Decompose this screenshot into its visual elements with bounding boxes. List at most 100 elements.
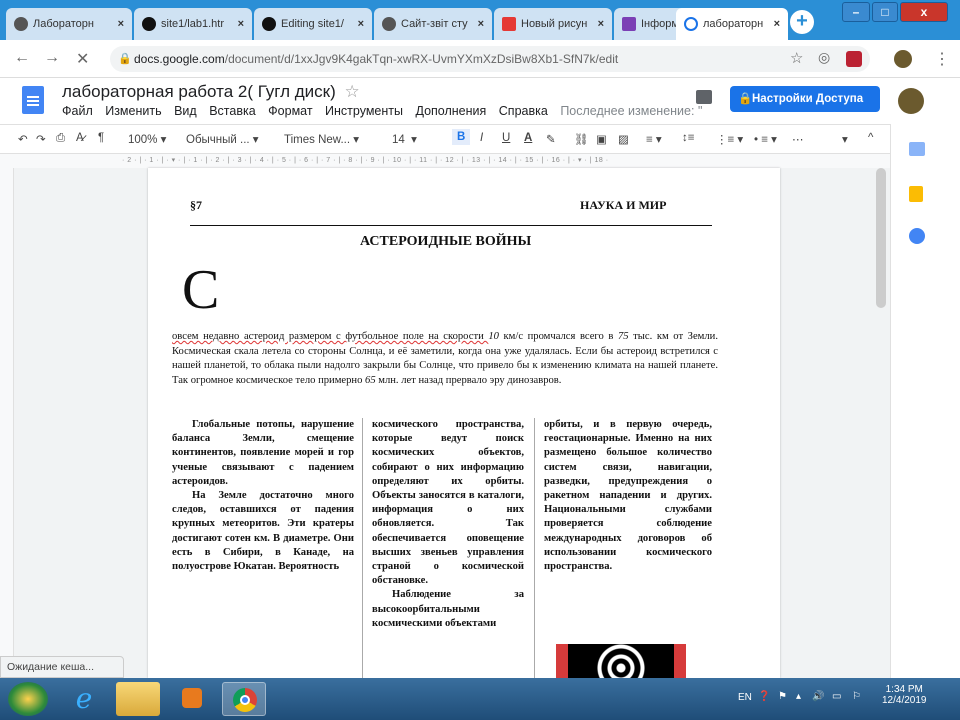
close-icon[interactable]: × xyxy=(238,18,244,30)
clock[interactable]: 1:34 PM 12/4/2019 xyxy=(882,684,927,706)
more-icon[interactable]: ⋯ xyxy=(792,132,804,146)
text-column-3: орбиты, и в первую очередь, геостационар… xyxy=(544,418,712,574)
document-page[interactable]: §7 НАУКА И МИР АСТЕРОИДНЫЕ ВОЙНЫ С овсем… xyxy=(148,168,780,678)
site-icon xyxy=(622,17,636,31)
chevron-down-icon[interactable]: ▾ xyxy=(842,132,848,146)
comment-icon[interactable]: ▣ xyxy=(596,132,607,146)
network-icon[interactable]: ⚑ xyxy=(778,691,787,702)
volume-icon[interactable]: 🔊 xyxy=(812,691,824,702)
undo-icon[interactable]: ↶ xyxy=(18,132,28,146)
back-icon[interactable]: ← xyxy=(14,49,30,67)
extension-icon[interactable]: ◎ xyxy=(818,49,830,66)
text-color-button[interactable]: A xyxy=(524,132,532,144)
browser-tab[interactable]: Лабораторн × xyxy=(6,8,132,40)
horizontal-ruler[interactable]: · 2 · | · 1 · | · ▾ · | · 1 · | · 2 · | … xyxy=(0,154,890,168)
vertical-ruler[interactable] xyxy=(0,168,14,678)
bold-button[interactable]: B xyxy=(452,129,471,145)
close-icon[interactable]: × xyxy=(478,18,484,30)
document-title[interactable]: лабораторная работа 2( Гугл диск) ☆ xyxy=(62,82,360,102)
menu-addons[interactable]: Дополнения xyxy=(415,104,486,118)
close-icon[interactable]: × xyxy=(774,18,780,30)
menu-help[interactable]: Справка xyxy=(499,104,548,118)
more-menu-icon[interactable]: ⋮ xyxy=(934,49,950,69)
style-select[interactable]: Обычный ... ▾ xyxy=(186,132,259,146)
font-select[interactable]: Times New... ▾ xyxy=(284,132,359,146)
menu-edit[interactable]: Изменить xyxy=(105,104,161,118)
close-icon[interactable]: × xyxy=(358,18,364,30)
profile-icon[interactable] xyxy=(894,50,912,68)
display-icon[interactable]: ▭ xyxy=(832,691,841,702)
paint-format-icon[interactable]: ¶ xyxy=(98,132,104,144)
menu-format[interactable]: Формат xyxy=(268,104,312,118)
chrome-icon[interactable] xyxy=(222,682,266,716)
internet-explorer-icon[interactable]: ℯ xyxy=(62,682,106,716)
start-button[interactable] xyxy=(8,682,48,716)
spiral-image[interactable] xyxy=(556,644,686,678)
keep-icon[interactable] xyxy=(909,186,923,202)
tasks-icon[interactable] xyxy=(909,228,925,244)
browser-tab[interactable]: site1/lab1.htr × xyxy=(134,8,252,40)
paragraph: Наблюдение за высокоорбитальными космиче… xyxy=(372,589,524,629)
bulleted-list-icon[interactable]: • ≡ ▾ xyxy=(754,132,777,146)
close-icon[interactable]: × xyxy=(598,18,604,30)
docs-logo-icon[interactable] xyxy=(22,86,44,114)
link-icon[interactable]: ⛓ xyxy=(574,132,589,146)
flag-icon[interactable]: ⚐ xyxy=(852,691,861,702)
column-divider xyxy=(362,418,363,678)
browser-tab-active[interactable]: лабораторн × xyxy=(676,8,788,40)
extension-icon[interactable] xyxy=(846,51,862,67)
share-label: Настройки Доступа xyxy=(752,93,864,105)
calendar-icon[interactable] xyxy=(909,142,925,156)
last-edit-link[interactable]: Последнее изменение: " xyxy=(560,104,702,118)
line-spacing-icon[interactable]: ↕≡ xyxy=(682,132,694,144)
browser-tab[interactable]: Сайт-звіт сту × xyxy=(374,8,492,40)
maximize-button[interactable]: □ xyxy=(872,2,898,22)
help-icon[interactable]: ❓ xyxy=(758,691,770,702)
avatar[interactable] xyxy=(898,88,924,114)
underline-button[interactable]: U xyxy=(502,132,510,144)
lock-icon: 🔒 xyxy=(118,53,132,65)
print-icon[interactable]: ⎙ xyxy=(56,132,65,145)
menu-insert[interactable]: Вставка xyxy=(209,104,255,118)
minimize-button[interactable]: – xyxy=(842,2,870,22)
close-icon[interactable]: × xyxy=(118,18,124,30)
side-panel xyxy=(890,124,960,678)
paragraph: Глобальные потопы, нарушение баланса Зем… xyxy=(172,419,354,487)
numbered-list-icon[interactable]: ⋮≡ ▾ xyxy=(716,132,743,146)
collapse-menus-icon[interactable]: ^ xyxy=(868,132,873,144)
new-tab-button[interactable]: + xyxy=(790,10,814,34)
status-bubble: Ожидание кеша... xyxy=(0,656,124,678)
highlight-icon[interactable]: ✎ xyxy=(546,132,556,146)
comments-icon[interactable] xyxy=(696,90,712,104)
section-number: §7 xyxy=(190,198,202,212)
menu-view[interactable]: Вид xyxy=(174,104,197,118)
forward-icon[interactable]: → xyxy=(44,49,60,67)
image-icon[interactable]: ▨ xyxy=(618,132,629,146)
font-size-select[interactable]: 14 ▾ xyxy=(392,132,417,146)
bookmark-star-icon[interactable]: ☆ xyxy=(790,49,803,67)
file-explorer-icon[interactable] xyxy=(116,682,160,716)
media-player-icon[interactable] xyxy=(170,682,214,716)
text-column-1: Глобальные потопы, нарушение баланса Зем… xyxy=(172,418,354,574)
browser-tab[interactable]: Editing site1/ × xyxy=(254,8,372,40)
browser-tab[interactable]: Новый рисун × xyxy=(494,8,612,40)
drop-cap: С xyxy=(182,259,220,321)
tab-label: Лабораторн xyxy=(33,18,94,30)
text-column-2: космического пространства, которые ведут… xyxy=(372,418,524,631)
vertical-scrollbar[interactable] xyxy=(876,168,886,308)
arrow-up-icon[interactable]: ▴ xyxy=(796,691,801,702)
close-window-button[interactable]: x xyxy=(900,2,948,22)
language-indicator[interactable]: EN xyxy=(738,692,752,703)
menu-tools[interactable]: Инструменты xyxy=(325,104,403,118)
spellcheck-icon[interactable]: A̷ xyxy=(76,132,84,144)
share-button[interactable]: 🔒 Настройки Доступа xyxy=(730,86,880,112)
star-icon[interactable]: ☆ xyxy=(345,82,360,101)
redo-icon[interactable]: ↷ xyxy=(36,132,46,146)
menu-file[interactable]: Файл xyxy=(62,104,93,118)
reload-icon[interactable]: ✕ xyxy=(76,49,89,69)
italic-button[interactable]: I xyxy=(480,132,483,144)
tab-label: Новый рисун xyxy=(521,18,588,30)
align-icon[interactable]: ≡ ▾ xyxy=(646,132,662,146)
zoom-select[interactable]: 100% ▾ xyxy=(128,132,166,146)
url-input[interactable]: 🔒 docs.google.com/document/d/1xxJgv9K4ga… xyxy=(110,46,870,72)
